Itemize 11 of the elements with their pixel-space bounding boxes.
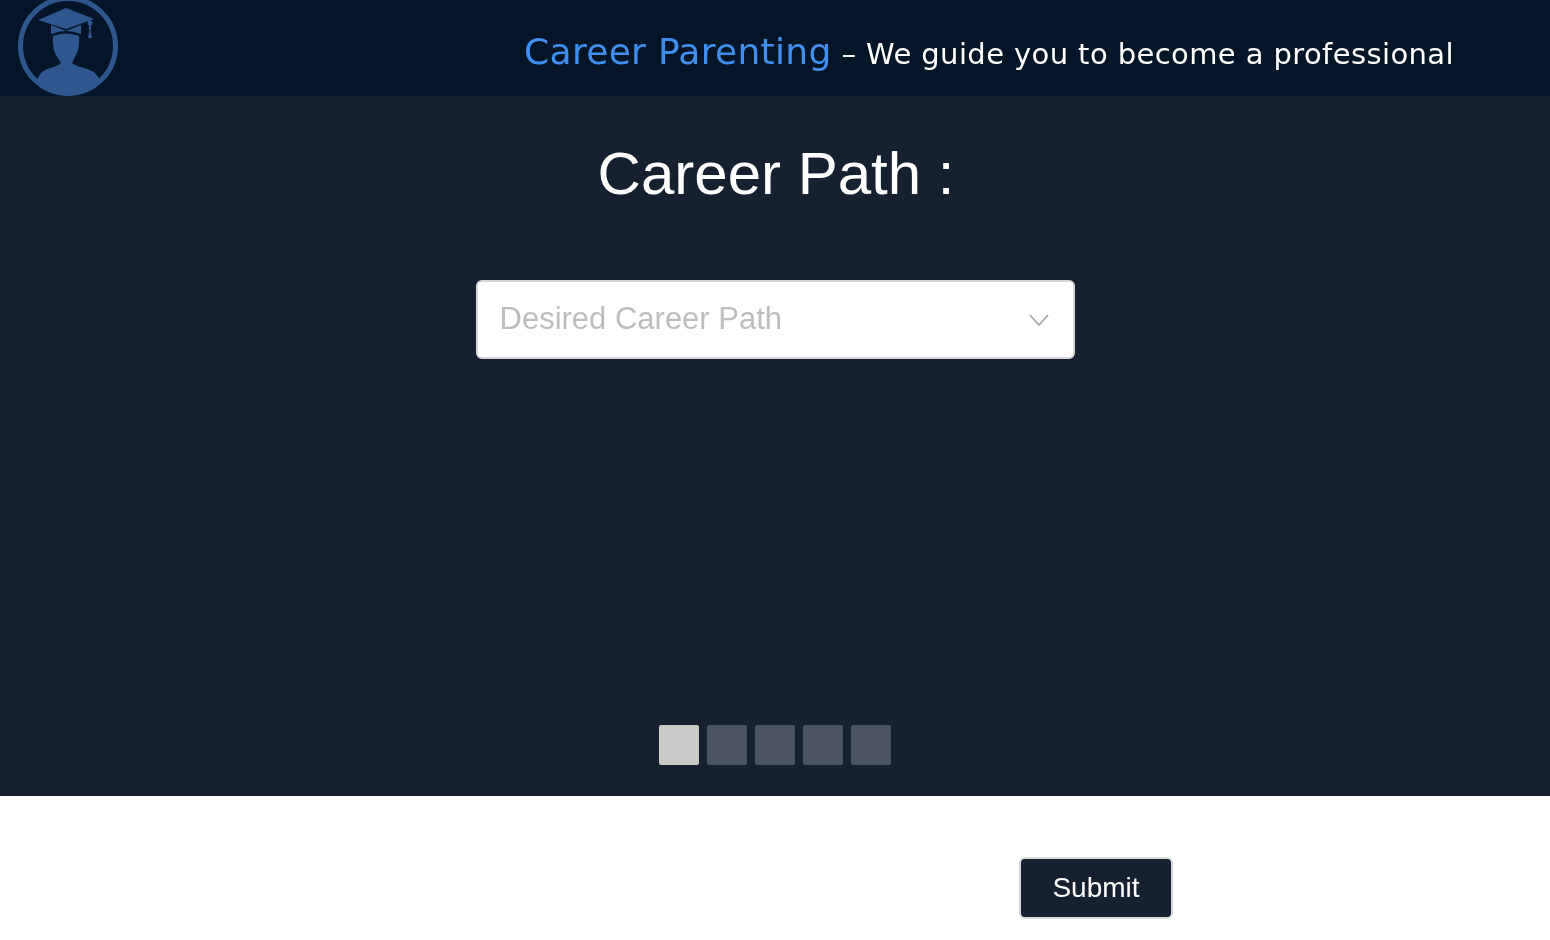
step-indicator[interactable] <box>755 725 795 765</box>
chevron-down-icon <box>1028 313 1049 326</box>
step-indicator[interactable] <box>851 725 891 765</box>
tagline: – We guide you to become a professional <box>841 36 1454 73</box>
page-heading: Career Path : <box>596 142 955 206</box>
step-indicator[interactable] <box>659 725 699 765</box>
step-indicator[interactable] <box>707 725 747 765</box>
site-title: Career Parenting <box>524 30 832 74</box>
graduate-logo-icon <box>16 0 120 96</box>
step-indicator[interactable] <box>803 725 843 765</box>
submit-button[interactable]: Submit <box>1019 857 1173 919</box>
